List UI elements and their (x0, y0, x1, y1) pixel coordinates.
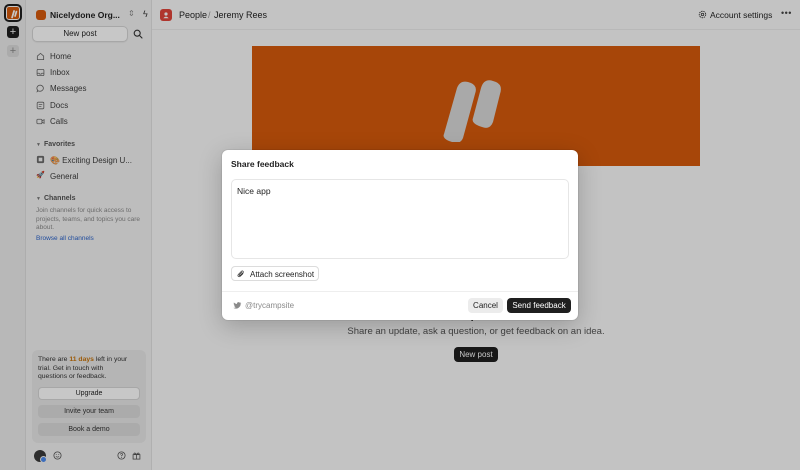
paperclip-icon (237, 270, 244, 278)
twitter-handle-link[interactable]: @trycampsite (245, 301, 294, 310)
send-feedback-button[interactable]: Send feedback (507, 298, 571, 313)
attach-label: Attach screenshot (250, 270, 315, 279)
feedback-textarea[interactable]: Nice app (231, 179, 569, 259)
cancel-button[interactable]: Cancel (468, 298, 503, 313)
dialog-divider (222, 291, 578, 292)
twitter-icon[interactable] (233, 301, 242, 310)
attach-screenshot-button[interactable]: Attach screenshot (231, 266, 319, 281)
dialog-title: Share feedback (231, 159, 294, 169)
share-feedback-dialog: Share feedback Nice app Attach screensho… (222, 150, 578, 320)
